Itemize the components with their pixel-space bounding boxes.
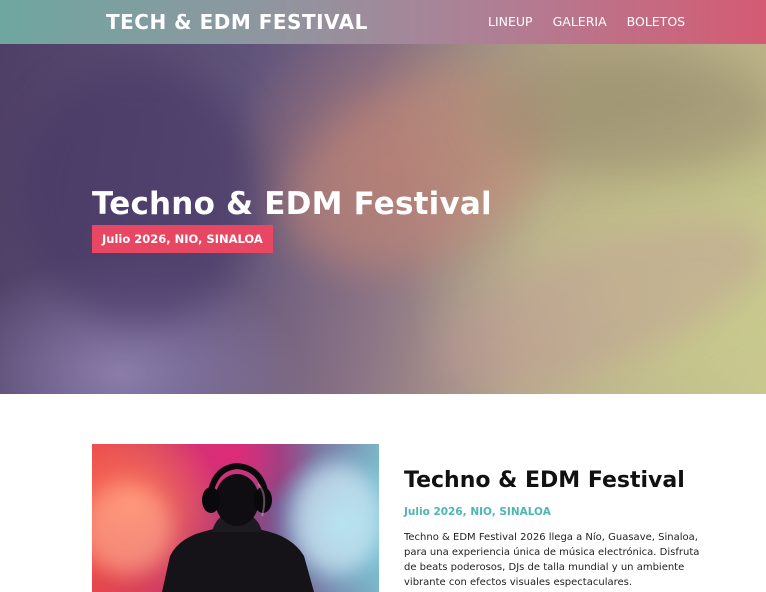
dj-photo <box>92 444 379 592</box>
site-logo[interactable]: TECH & EDM FESTIVAL <box>106 10 368 34</box>
hero-date-badge: Julio 2026, NIO, SINALOA <box>92 225 273 253</box>
nav-item-lineup[interactable]: LINEUP <box>488 14 533 29</box>
page: TECH & EDM FESTIVAL LINEUP GALERIA BOLET… <box>0 0 766 592</box>
about-title: Techno & EDM Festival <box>404 468 685 493</box>
about-description: Techno & EDM Festival 2026 llega a Nío, … <box>404 532 700 588</box>
main-nav: LINEUP GALERIA BOLETOS <box>488 14 685 29</box>
dj-silhouette-icon <box>162 462 314 592</box>
nav-item-boletos[interactable]: BOLETOS <box>627 14 685 29</box>
hero-background-light <box>480 54 766 174</box>
site-header: TECH & EDM FESTIVAL LINEUP GALERIA BOLET… <box>0 0 766 44</box>
about-date: Julio 2026, NIO, SINALOA <box>404 506 551 518</box>
nav-item-galeria[interactable]: GALERIA <box>553 14 607 29</box>
hero-banner: Techno & EDM Festival Julio 2026, NIO, S… <box>0 44 766 394</box>
hero-title: Techno & EDM Festival <box>92 186 492 222</box>
